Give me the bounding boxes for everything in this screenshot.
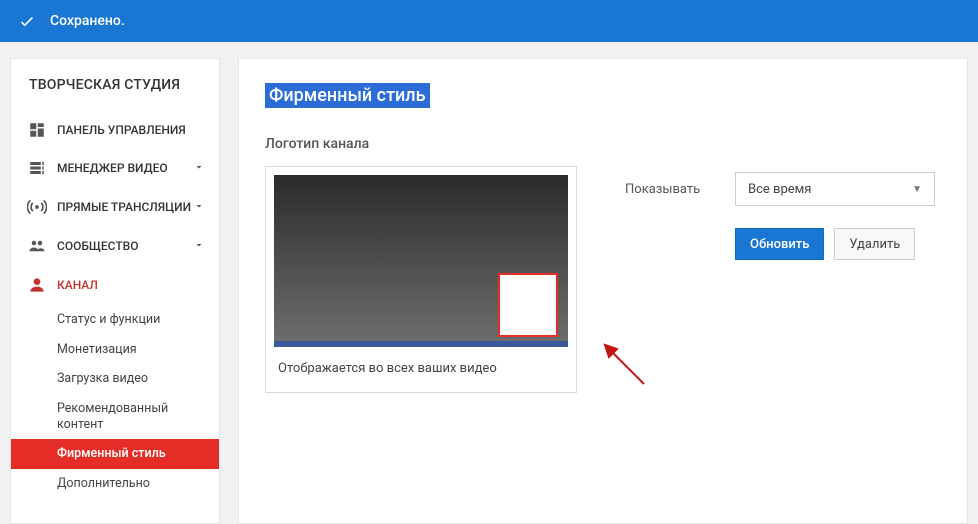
show-label: Показывать xyxy=(625,182,735,197)
sidebar-item-label: КАНАЛ xyxy=(57,278,98,292)
check-icon xyxy=(18,12,36,30)
chevron-down-icon xyxy=(193,161,205,176)
studio-title: ТВОРЧЕСКАЯ СТУДИЯ xyxy=(11,73,219,111)
chevron-down-icon xyxy=(193,239,205,254)
channel-submenu: Статус и функции Монетизация Загрузка ви… xyxy=(11,305,219,498)
sidebar-item-label: МЕНЕДЖЕР ВИДЕО xyxy=(57,161,168,175)
show-select[interactable]: Все время ▼ xyxy=(735,172,935,206)
preview-caption: Отображается во всех ваших видео xyxy=(266,347,576,392)
sidebar-item-video-manager[interactable]: МЕНЕДЖЕР ВИДЕО xyxy=(11,149,219,187)
video-progress-bar xyxy=(274,341,568,347)
chevron-down-icon xyxy=(193,200,205,215)
video-manager-icon xyxy=(25,159,49,177)
sub-item-monetization[interactable]: Монетизация xyxy=(57,335,219,365)
community-icon xyxy=(25,237,49,255)
channel-icon xyxy=(25,275,49,295)
show-select-value: Все время xyxy=(748,182,811,197)
save-banner: Сохранено. xyxy=(0,0,978,42)
sub-item-advanced[interactable]: Дополнительно xyxy=(57,469,219,499)
update-button[interactable]: Обновить xyxy=(735,228,824,260)
dashboard-icon xyxy=(25,121,49,139)
sub-item-status[interactable]: Статус и функции xyxy=(57,305,219,335)
sidebar: ТВОРЧЕСКАЯ СТУДИЯ ПАНЕЛЬ УПРАВЛЕНИЯ МЕНЕ… xyxy=(10,58,220,524)
content-panel: Фирменный стиль Логотип канала Отображае… xyxy=(238,58,968,524)
sidebar-item-community[interactable]: СООБЩЕСТВО xyxy=(11,227,219,265)
sidebar-item-label: ПРЯМЫЕ ТРАНСЛЯЦИИ xyxy=(57,200,191,214)
page-title: Фирменный стиль xyxy=(265,83,430,108)
sidebar-item-channel[interactable]: КАНАЛ xyxy=(11,265,219,305)
logo-preview-card: Отображается во всех ваших видео xyxy=(265,166,577,393)
live-icon xyxy=(25,197,49,217)
sub-item-featured[interactable]: Рекомендованный контент xyxy=(57,394,219,439)
sub-item-upload[interactable]: Загрузка видео xyxy=(57,364,219,394)
sub-item-branding[interactable]: Фирменный стиль xyxy=(11,439,219,469)
logo-overlay-slot[interactable] xyxy=(498,273,558,337)
sidebar-item-dashboard[interactable]: ПАНЕЛЬ УПРАВЛЕНИЯ xyxy=(11,111,219,149)
sidebar-item-live[interactable]: ПРЯМЫЕ ТРАНСЛЯЦИИ xyxy=(11,187,219,227)
banner-text: Сохранено. xyxy=(50,13,125,29)
chevron-down-icon: ▼ xyxy=(912,184,922,195)
video-preview xyxy=(274,175,568,347)
sidebar-item-label: СООБЩЕСТВО xyxy=(57,239,138,253)
delete-button[interactable]: Удалить xyxy=(834,228,915,260)
sidebar-item-label: ПАНЕЛЬ УПРАВЛЕНИЯ xyxy=(57,123,186,137)
section-heading: Логотип канала xyxy=(265,136,941,152)
branding-controls: Показывать Все время ▼ Обновить Удалить xyxy=(625,166,935,393)
